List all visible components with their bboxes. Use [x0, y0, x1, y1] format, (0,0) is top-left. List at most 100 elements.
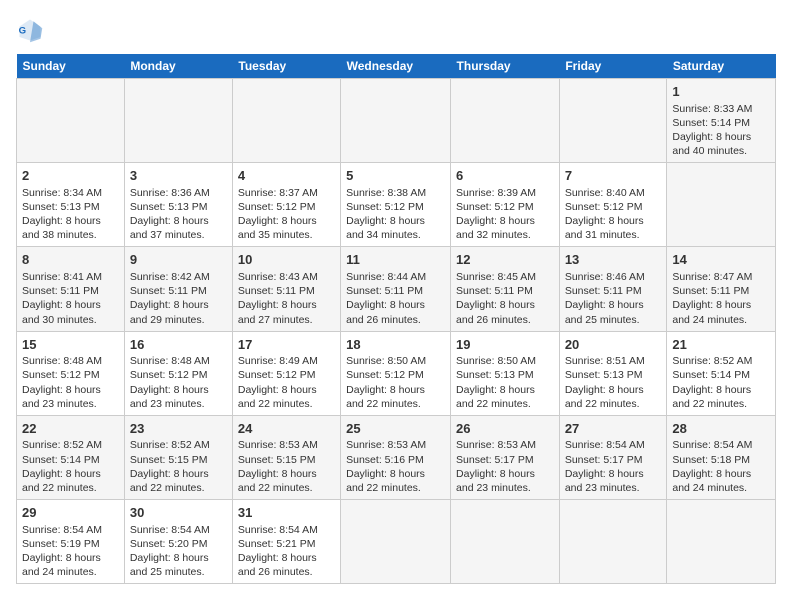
sunrise-text: Sunrise: 8:50 AM: [346, 355, 426, 367]
calendar-cell: 4 Sunrise: 8:37 AM Sunset: 5:12 PM Dayli…: [232, 163, 340, 247]
sunrise-text: Sunrise: 8:40 AM: [565, 187, 645, 199]
calendar-cell: 27 Sunrise: 8:54 AM Sunset: 5:17 PM Dayl…: [559, 415, 667, 499]
calendar-cell: 19 Sunrise: 8:50 AM Sunset: 5:13 PM Dayl…: [451, 331, 560, 415]
sunrise-text: Sunrise: 8:42 AM: [130, 271, 210, 283]
daylight-text: Daylight: 8 hours and 25 minutes.: [130, 552, 209, 578]
daylight-text: Daylight: 8 hours and 26 minutes.: [456, 299, 535, 325]
calendar-cell: 26 Sunrise: 8:53 AM Sunset: 5:17 PM Dayl…: [451, 415, 560, 499]
daylight-text: Daylight: 8 hours and 30 minutes.: [22, 299, 101, 325]
daylight-text: Daylight: 8 hours and 24 minutes.: [22, 552, 101, 578]
sunset-text: Sunset: 5:13 PM: [130, 201, 208, 213]
daylight-text: Daylight: 8 hours and 26 minutes.: [238, 552, 317, 578]
sunrise-text: Sunrise: 8:34 AM: [22, 187, 102, 199]
calendar-cell: 8 Sunrise: 8:41 AM Sunset: 5:11 PM Dayli…: [17, 247, 125, 331]
sunrise-text: Sunrise: 8:41 AM: [22, 271, 102, 283]
daylight-text: Daylight: 8 hours and 23 minutes.: [130, 384, 209, 410]
calendar-header-row: SundayMondayTuesdayWednesdayThursdayFrid…: [17, 54, 776, 79]
logo-icon: G: [16, 16, 44, 44]
calendar-cell: 22 Sunrise: 8:52 AM Sunset: 5:14 PM Dayl…: [17, 415, 125, 499]
daylight-text: Daylight: 8 hours and 22 minutes.: [238, 384, 317, 410]
day-number: 31: [238, 504, 335, 522]
calendar-cell: [451, 79, 560, 163]
sunrise-text: Sunrise: 8:43 AM: [238, 271, 318, 283]
daylight-text: Daylight: 8 hours and 25 minutes.: [565, 299, 644, 325]
calendar-cell: 30 Sunrise: 8:54 AM Sunset: 5:20 PM Dayl…: [124, 500, 232, 584]
day-number: 24: [238, 420, 335, 438]
sunset-text: Sunset: 5:18 PM: [672, 454, 750, 466]
calendar-table: SundayMondayTuesdayWednesdayThursdayFrid…: [16, 54, 776, 584]
calendar-cell: [341, 500, 451, 584]
calendar-cell: 12 Sunrise: 8:45 AM Sunset: 5:11 PM Dayl…: [451, 247, 560, 331]
sunrise-text: Sunrise: 8:48 AM: [22, 355, 102, 367]
daylight-text: Daylight: 8 hours and 24 minutes.: [672, 468, 751, 494]
sunset-text: Sunset: 5:19 PM: [22, 538, 100, 550]
sunset-text: Sunset: 5:11 PM: [565, 285, 642, 297]
sunrise-text: Sunrise: 8:38 AM: [346, 187, 426, 199]
day-number: 15: [22, 336, 119, 354]
sunrise-text: Sunrise: 8:52 AM: [22, 439, 102, 451]
daylight-text: Daylight: 8 hours and 29 minutes.: [130, 299, 209, 325]
sunset-text: Sunset: 5:14 PM: [672, 117, 750, 129]
day-number: 16: [130, 336, 227, 354]
sunset-text: Sunset: 5:13 PM: [565, 369, 643, 381]
sunset-text: Sunset: 5:11 PM: [22, 285, 99, 297]
sunrise-text: Sunrise: 8:47 AM: [672, 271, 752, 283]
daylight-text: Daylight: 8 hours and 40 minutes.: [672, 131, 751, 157]
sunset-text: Sunset: 5:15 PM: [130, 454, 208, 466]
day-number: 10: [238, 251, 335, 269]
day-number: 7: [565, 167, 662, 185]
calendar-cell: 5 Sunrise: 8:38 AM Sunset: 5:12 PM Dayli…: [341, 163, 451, 247]
calendar-cell: [559, 79, 667, 163]
calendar-cell: 13 Sunrise: 8:46 AM Sunset: 5:11 PM Dayl…: [559, 247, 667, 331]
calendar-cell: [667, 163, 776, 247]
sunset-text: Sunset: 5:12 PM: [346, 201, 424, 213]
daylight-text: Daylight: 8 hours and 22 minutes.: [565, 384, 644, 410]
sunset-text: Sunset: 5:14 PM: [22, 454, 100, 466]
daylight-text: Daylight: 8 hours and 37 minutes.: [130, 215, 209, 241]
sunset-text: Sunset: 5:12 PM: [238, 201, 316, 213]
daylight-text: Daylight: 8 hours and 32 minutes.: [456, 215, 535, 241]
sunset-text: Sunset: 5:12 PM: [130, 369, 208, 381]
sunrise-text: Sunrise: 8:52 AM: [130, 439, 210, 451]
column-header-monday: Monday: [124, 54, 232, 79]
daylight-text: Daylight: 8 hours and 23 minutes.: [565, 468, 644, 494]
daylight-text: Daylight: 8 hours and 22 minutes.: [346, 384, 425, 410]
sunrise-text: Sunrise: 8:48 AM: [130, 355, 210, 367]
day-number: 21: [672, 336, 770, 354]
calendar-week-row: 29 Sunrise: 8:54 AM Sunset: 5:19 PM Dayl…: [17, 500, 776, 584]
sunset-text: Sunset: 5:21 PM: [238, 538, 316, 550]
sunrise-text: Sunrise: 8:36 AM: [130, 187, 210, 199]
sunset-text: Sunset: 5:12 PM: [22, 369, 100, 381]
calendar-cell: 24 Sunrise: 8:53 AM Sunset: 5:15 PM Dayl…: [232, 415, 340, 499]
calendar-week-row: 1 Sunrise: 8:33 AM Sunset: 5:14 PM Dayli…: [17, 79, 776, 163]
daylight-text: Daylight: 8 hours and 31 minutes.: [565, 215, 644, 241]
column-header-thursday: Thursday: [451, 54, 560, 79]
daylight-text: Daylight: 8 hours and 22 minutes.: [22, 468, 101, 494]
sunset-text: Sunset: 5:11 PM: [672, 285, 749, 297]
daylight-text: Daylight: 8 hours and 23 minutes.: [22, 384, 101, 410]
sunset-text: Sunset: 5:17 PM: [456, 454, 534, 466]
day-number: 8: [22, 251, 119, 269]
calendar-cell: [17, 79, 125, 163]
calendar-cell: 18 Sunrise: 8:50 AM Sunset: 5:12 PM Dayl…: [341, 331, 451, 415]
sunrise-text: Sunrise: 8:51 AM: [565, 355, 645, 367]
calendar-week-row: 15 Sunrise: 8:48 AM Sunset: 5:12 PM Dayl…: [17, 331, 776, 415]
calendar-cell: 25 Sunrise: 8:53 AM Sunset: 5:16 PM Dayl…: [341, 415, 451, 499]
calendar-cell: 17 Sunrise: 8:49 AM Sunset: 5:12 PM Dayl…: [232, 331, 340, 415]
day-number: 4: [238, 167, 335, 185]
daylight-text: Daylight: 8 hours and 38 minutes.: [22, 215, 101, 241]
day-number: 5: [346, 167, 445, 185]
sunrise-text: Sunrise: 8:53 AM: [456, 439, 536, 451]
sunrise-text: Sunrise: 8:45 AM: [456, 271, 536, 283]
calendar-cell: 28 Sunrise: 8:54 AM Sunset: 5:18 PM Dayl…: [667, 415, 776, 499]
calendar-cell: 14 Sunrise: 8:47 AM Sunset: 5:11 PM Dayl…: [667, 247, 776, 331]
sunrise-text: Sunrise: 8:54 AM: [22, 524, 102, 536]
day-number: 28: [672, 420, 770, 438]
day-number: 9: [130, 251, 227, 269]
sunrise-text: Sunrise: 8:53 AM: [238, 439, 318, 451]
day-number: 12: [456, 251, 554, 269]
sunset-text: Sunset: 5:12 PM: [565, 201, 643, 213]
calendar-week-row: 22 Sunrise: 8:52 AM Sunset: 5:14 PM Dayl…: [17, 415, 776, 499]
sunrise-text: Sunrise: 8:50 AM: [456, 355, 536, 367]
day-number: 18: [346, 336, 445, 354]
